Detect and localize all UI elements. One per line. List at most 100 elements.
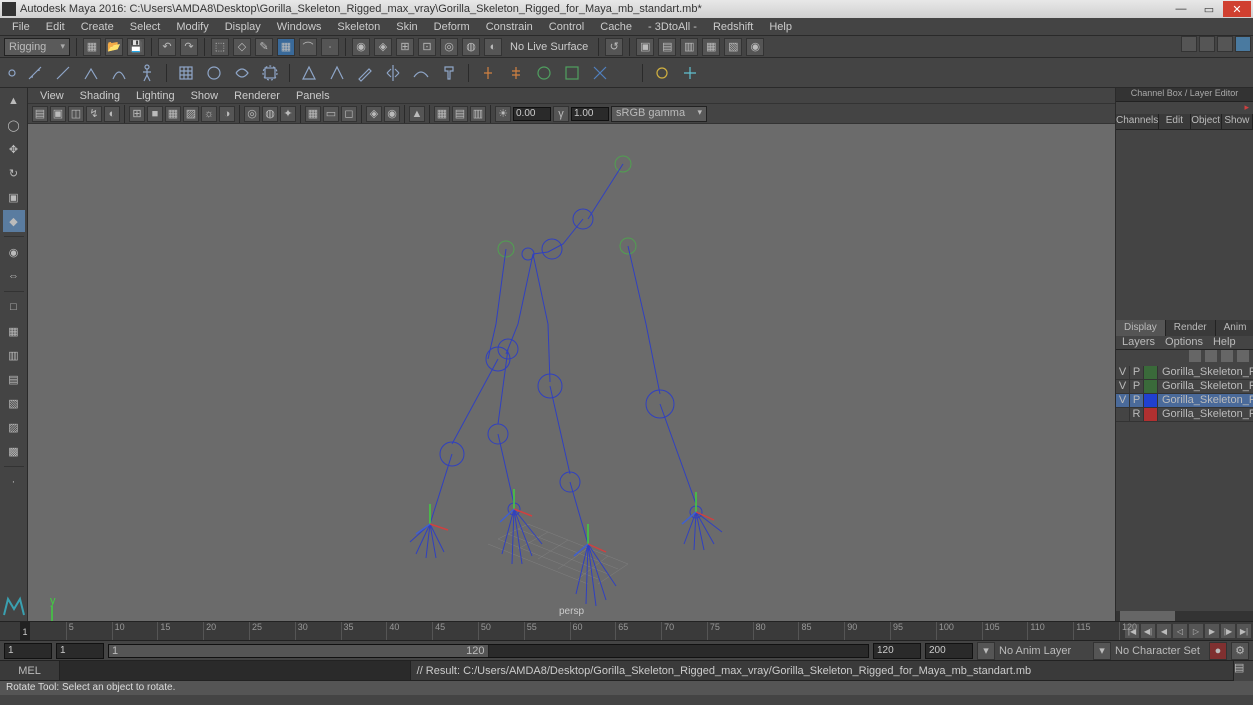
lattice-icon[interactable] xyxy=(175,62,197,84)
constraint-b-icon[interactable] xyxy=(505,62,527,84)
layout-e-icon[interactable]: ▩ xyxy=(3,440,25,462)
step-back-key-icon[interactable]: ◀| xyxy=(1141,624,1155,638)
soft-select-icon[interactable]: ◉ xyxy=(3,241,25,263)
lasso-tool-icon[interactable]: ◯ xyxy=(3,114,25,136)
menu-edit[interactable]: Edit xyxy=(38,21,73,33)
render-a-icon[interactable]: ▣ xyxy=(636,38,654,56)
sym-icon[interactable]: ⇔ xyxy=(3,265,25,287)
play-fwd-icon[interactable]: ▷ xyxy=(1189,624,1203,638)
wf-shaded-icon[interactable]: ▦ xyxy=(165,106,181,122)
layer-row[interactable]: VPGorilla_Skeleton_Rigg xyxy=(1116,366,1253,380)
panel-toggle-c-icon[interactable] xyxy=(1217,36,1233,52)
vpmenu-show[interactable]: Show xyxy=(185,90,225,102)
insert-joint-icon[interactable] xyxy=(52,62,74,84)
layer-type[interactable]: P xyxy=(1130,366,1144,379)
layer-type[interactable]: P xyxy=(1130,380,1144,393)
exposure-input[interactable] xyxy=(513,107,551,121)
menu-file[interactable]: File xyxy=(4,21,38,33)
exposure-icon[interactable]: ☀ xyxy=(495,106,511,122)
smooth-weights-icon[interactable] xyxy=(410,62,432,84)
layer-vis[interactable]: V xyxy=(1116,366,1130,379)
chtab-channels[interactable]: Channels xyxy=(1116,114,1159,129)
expose-a-icon[interactable]: ▦ xyxy=(434,106,450,122)
film-icon[interactable]: ▭ xyxy=(323,106,339,122)
autokey-icon[interactable]: ● xyxy=(1209,642,1227,660)
layermenu-help[interactable]: Help xyxy=(1213,336,1236,349)
layout-d-icon[interactable]: ▨ xyxy=(3,416,25,438)
time-slider[interactable]: 1510152025303540455055606570758085909510… xyxy=(0,621,1253,641)
render-c-icon[interactable]: ▥ xyxy=(680,38,698,56)
panel-toggle-d-icon[interactable] xyxy=(1235,36,1251,52)
redo-icon[interactable]: ↷ xyxy=(180,38,198,56)
grid-icon[interactable]: ▦ xyxy=(305,106,321,122)
go-end-icon[interactable]: ▶| xyxy=(1237,624,1251,638)
viewport[interactable]: y x z persp xyxy=(28,124,1115,621)
snap-a-icon[interactable]: ◉ xyxy=(352,38,370,56)
vpmenu-lighting[interactable]: Lighting xyxy=(130,90,181,102)
save-scene-icon[interactable]: 💾 xyxy=(127,38,145,56)
render-e-icon[interactable]: ▧ xyxy=(724,38,742,56)
layer-type[interactable]: R xyxy=(1130,408,1144,421)
play-start-input[interactable] xyxy=(56,643,104,659)
layer-color[interactable] xyxy=(1144,380,1158,393)
light-icon[interactable]: ☼ xyxy=(201,106,217,122)
render-f-icon[interactable]: ◉ xyxy=(746,38,764,56)
close-button[interactable]: ✕ xyxy=(1223,1,1251,17)
paint-mode-icon[interactable]: ✎ xyxy=(255,38,273,56)
expose-b-icon[interactable]: ▤ xyxy=(452,106,468,122)
snap-e-icon[interactable]: ◎ xyxy=(440,38,458,56)
chtab-edit[interactable]: Edit xyxy=(1159,114,1190,129)
render-d-icon[interactable]: ▦ xyxy=(702,38,720,56)
undo-icon[interactable]: ↶ xyxy=(158,38,176,56)
colorspace-selector[interactable]: sRGB gamma xyxy=(611,106,707,122)
layer-row[interactable]: RGorilla_Skeleton_Rigg xyxy=(1116,408,1253,422)
layer-scrollbar[interactable] xyxy=(1116,611,1253,621)
current-frame-marker[interactable]: 1 xyxy=(20,622,30,640)
anim-layer-menu-icon[interactable]: ▾ xyxy=(1093,642,1111,660)
hammer-weights-icon[interactable] xyxy=(438,62,460,84)
extra-icon[interactable]: · xyxy=(3,471,25,493)
script-editor-icon[interactable]: ▤ xyxy=(1233,661,1253,681)
layertab-render[interactable]: Render xyxy=(1166,320,1216,336)
char-set-label[interactable]: No Character Set xyxy=(1115,645,1205,657)
vp-b-icon[interactable]: ↯ xyxy=(86,106,102,122)
snap-b-icon[interactable]: ◈ xyxy=(374,38,392,56)
chtab-show[interactable]: Show xyxy=(1222,114,1253,129)
chtab-object[interactable]: Object xyxy=(1191,114,1222,129)
snap-c-icon[interactable]: ⊞ xyxy=(396,38,414,56)
layer-row[interactable]: VPGorilla_Skeleton_Rigg xyxy=(1116,380,1253,394)
history-icon[interactable]: ↺ xyxy=(605,38,623,56)
play-back-icon[interactable]: ◁ xyxy=(1173,624,1187,638)
channel-box-arrow-icon[interactable]: ▸ xyxy=(1244,102,1249,114)
cluster-icon[interactable] xyxy=(203,62,225,84)
anim-end-input[interactable] xyxy=(925,643,973,659)
layer-vis[interactable]: V xyxy=(1116,394,1130,407)
menu-windows[interactable]: Windows xyxy=(269,21,330,33)
snap-point-icon[interactable]: ∙ xyxy=(321,38,339,56)
four-view-icon[interactable]: ▦ xyxy=(3,320,25,342)
menu-skin[interactable]: Skin xyxy=(388,21,425,33)
vpmenu-view[interactable]: View xyxy=(34,90,70,102)
tex-icon[interactable]: ▨ xyxy=(183,106,199,122)
layer-vis[interactable] xyxy=(1116,408,1130,421)
snap-f-icon[interactable]: ◍ xyxy=(462,38,480,56)
step-fwd-icon[interactable]: ▶ xyxy=(1205,624,1219,638)
wf-icon[interactable]: ⊞ xyxy=(129,106,145,122)
vp-cam-icon[interactable]: ▣ xyxy=(50,106,66,122)
xray-j-icon[interactable]: ✦ xyxy=(280,106,296,122)
ik-handle-icon[interactable] xyxy=(80,62,102,84)
step-fwd-key-icon[interactable]: |▶ xyxy=(1221,624,1235,638)
move-tool-icon[interactable]: ✥ xyxy=(3,138,25,160)
workspace-selector[interactable]: Rigging xyxy=(4,38,70,56)
shaded-icon[interactable]: ■ xyxy=(147,106,163,122)
wrap-icon[interactable] xyxy=(259,62,281,84)
layermenu-layers[interactable]: Layers xyxy=(1122,336,1155,349)
layer-color[interactable] xyxy=(1144,394,1158,407)
snap-d-icon[interactable]: ⊡ xyxy=(418,38,436,56)
layer-row[interactable]: VPGorilla_Skeleton_Rigg xyxy=(1116,394,1253,408)
single-persp-icon[interactable]: □ xyxy=(3,296,25,318)
menu-control[interactable]: Control xyxy=(541,21,592,33)
menu-constrain[interactable]: Constrain xyxy=(478,21,541,33)
layout-a-icon[interactable]: ▥ xyxy=(3,344,25,366)
step-back-icon[interactable]: ◀ xyxy=(1157,624,1171,638)
